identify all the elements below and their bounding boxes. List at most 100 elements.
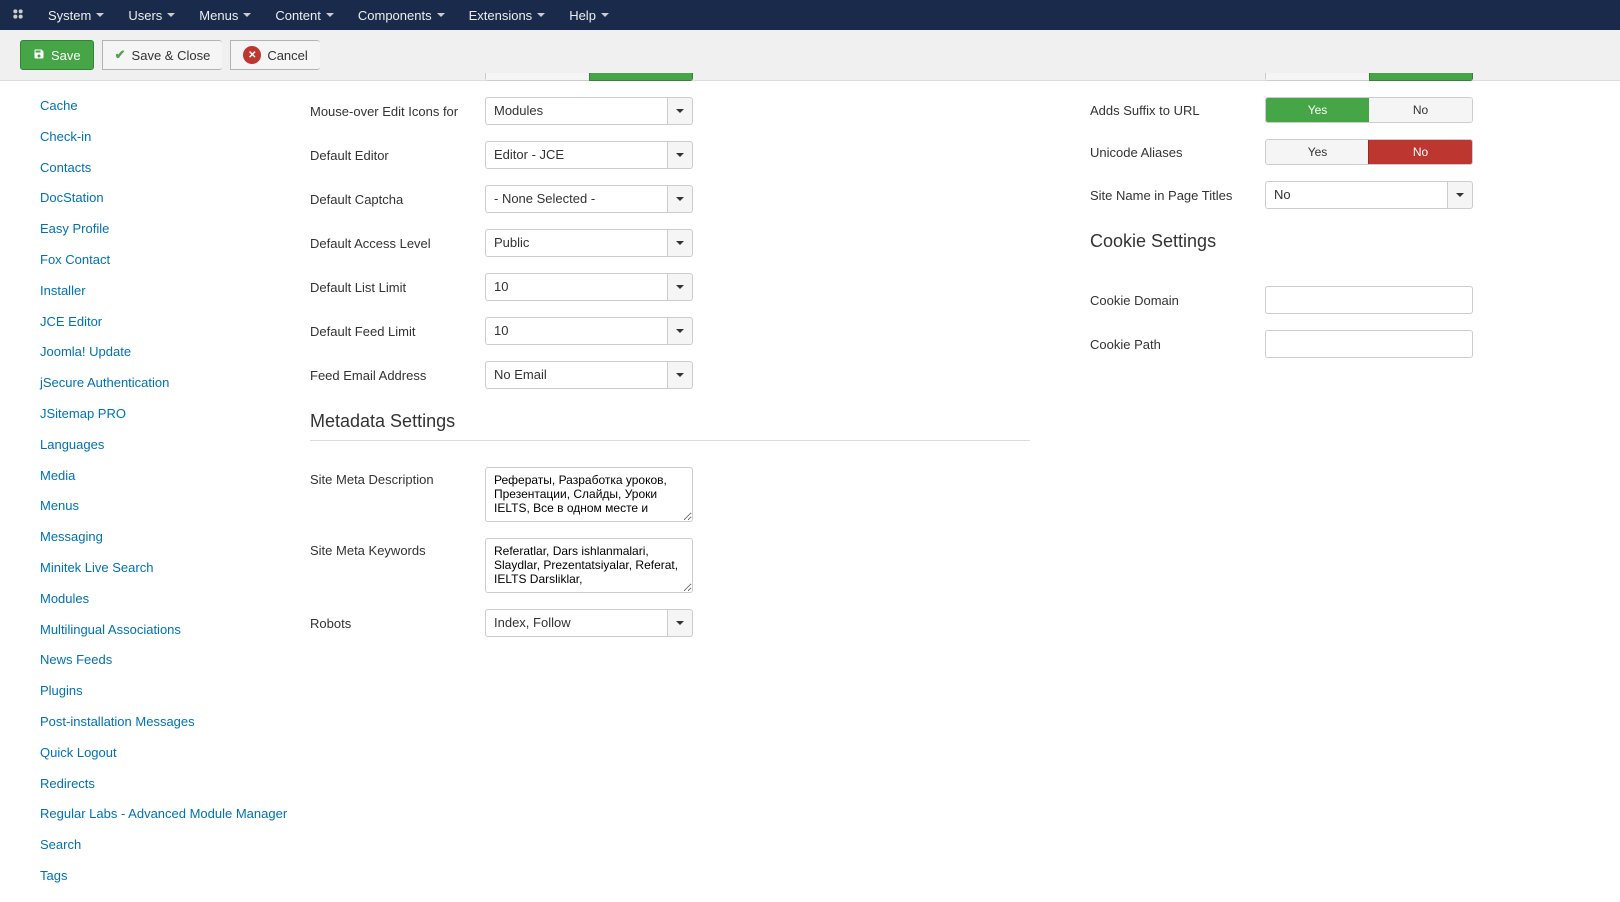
save-close-label: Save & Close bbox=[132, 48, 211, 63]
default-editor-select[interactable]: Editor - JCE bbox=[485, 141, 693, 169]
sidebar-item-messaging[interactable]: Messaging bbox=[20, 522, 300, 553]
default-feed-limit-label: Default Feed Limit bbox=[310, 324, 485, 339]
chevron-down-icon[interactable] bbox=[1447, 181, 1473, 209]
meta-description-label: Site Meta Description bbox=[310, 467, 485, 487]
suffix-toggle[interactable]: Yes No bbox=[1265, 97, 1473, 123]
sidebar-item-contacts[interactable]: Contacts bbox=[20, 153, 300, 184]
sidebar-item-cache[interactable]: Cache bbox=[20, 91, 300, 122]
caret-down-icon bbox=[167, 13, 175, 17]
caret-down-icon bbox=[326, 13, 334, 17]
toggle-no[interactable]: No bbox=[1368, 139, 1473, 165]
sidebar-item-redirects[interactable]: Redirects bbox=[20, 769, 300, 800]
sidebar-item-joomlaupdate[interactable]: Joomla! Update bbox=[20, 337, 300, 368]
toggle-no[interactable]: No bbox=[1369, 98, 1472, 122]
default-editor-label: Default Editor bbox=[310, 148, 485, 163]
default-feed-limit-select[interactable]: 10 bbox=[485, 317, 693, 345]
sidebar-item-jsecure[interactable]: jSecure Authentication bbox=[20, 368, 300, 399]
default-access-select[interactable]: Public bbox=[485, 229, 693, 257]
nav-components[interactable]: Components bbox=[346, 0, 457, 30]
sidebar-item-quicklogout[interactable]: Quick Logout bbox=[20, 738, 300, 769]
sidebar-item-docstation[interactable]: DocStation bbox=[20, 183, 300, 214]
sidebar-item-tags[interactable]: Tags bbox=[20, 861, 300, 892]
save-close-button[interactable]: ✔ Save & Close bbox=[102, 40, 223, 70]
default-list-limit-select[interactable]: 10 bbox=[485, 273, 693, 301]
sidebar-item-menus[interactable]: Menus bbox=[20, 491, 300, 522]
sitename-select[interactable]: No bbox=[1265, 181, 1473, 209]
chevron-down-icon[interactable] bbox=[667, 229, 693, 257]
sidebar-item-newsfeeds[interactable]: News Feeds bbox=[20, 645, 300, 676]
chevron-down-icon[interactable] bbox=[667, 141, 693, 169]
feed-email-label: Feed Email Address bbox=[310, 368, 485, 383]
save-label: Save bbox=[51, 48, 81, 63]
top-navigation: System Users Menus Content Components Ex… bbox=[0, 0, 1620, 30]
meta-keywords-textarea[interactable] bbox=[485, 538, 693, 593]
seo-settings-column: Adds Suffix to URL Yes No Unicode Aliase… bbox=[1090, 81, 1590, 902]
chevron-down-icon[interactable] bbox=[667, 361, 693, 389]
cancel-icon: ✕ bbox=[243, 46, 261, 64]
chevron-down-icon[interactable] bbox=[667, 317, 693, 345]
chevron-down-icon[interactable] bbox=[667, 97, 693, 125]
sidebar-item-checkin[interactable]: Check-in bbox=[20, 122, 300, 153]
sidebar-item-plugins[interactable]: Plugins bbox=[20, 676, 300, 707]
sitename-label: Site Name in Page Titles bbox=[1090, 188, 1265, 203]
default-captcha-label: Default Captcha bbox=[310, 192, 485, 207]
chevron-down-icon[interactable] bbox=[667, 609, 693, 637]
sidebar-item-jsitemap[interactable]: JSitemap PRO bbox=[20, 399, 300, 430]
robots-select[interactable]: Index, Follow bbox=[485, 609, 693, 637]
sidebar-item-modules[interactable]: Modules bbox=[20, 584, 300, 615]
caret-down-icon bbox=[96, 13, 104, 17]
suffix-label: Adds Suffix to URL bbox=[1090, 103, 1265, 118]
robots-label: Robots bbox=[310, 616, 485, 631]
sidebar-item-multilingual[interactable]: Multilingual Associations bbox=[20, 615, 300, 646]
default-list-limit-label: Default List Limit bbox=[310, 280, 485, 295]
joomla-logo-icon[interactable] bbox=[10, 6, 26, 25]
sidebar-item-postinstall[interactable]: Post-installation Messages bbox=[20, 707, 300, 738]
mouseover-label: Mouse-over Edit Icons for bbox=[310, 104, 485, 119]
nav-extensions[interactable]: Extensions bbox=[457, 0, 558, 30]
nav-menus[interactable]: Menus bbox=[187, 0, 263, 30]
save-icon bbox=[33, 48, 45, 63]
cancel-button[interactable]: ✕ Cancel bbox=[230, 40, 319, 70]
sidebar-item-easyprofile[interactable]: Easy Profile bbox=[20, 214, 300, 245]
sidebar-item-media[interactable]: Media bbox=[20, 461, 300, 492]
sidebar-item-foxcontact[interactable]: Fox Contact bbox=[20, 245, 300, 276]
nav-users[interactable]: Users bbox=[116, 0, 187, 30]
cookie-domain-input[interactable] bbox=[1265, 286, 1473, 314]
save-button[interactable]: Save bbox=[20, 40, 94, 70]
default-access-label: Default Access Level bbox=[310, 236, 485, 251]
sidebar-item-jceeditor[interactable]: JCE Editor bbox=[20, 307, 300, 338]
nav-content[interactable]: Content bbox=[263, 0, 346, 30]
partial-toggle[interactable] bbox=[1265, 73, 1473, 81]
caret-down-icon bbox=[601, 13, 609, 17]
caret-down-icon bbox=[243, 13, 251, 17]
cookie-path-label: Cookie Path bbox=[1090, 337, 1265, 352]
check-icon: ✔ bbox=[115, 47, 126, 63]
nav-system[interactable]: System bbox=[36, 0, 116, 30]
sidebar-item-minitek[interactable]: Minitek Live Search bbox=[20, 553, 300, 584]
sidebar-item-installer[interactable]: Installer bbox=[20, 276, 300, 307]
site-settings-column: Mouse-over Edit Icons for Modules Defaul… bbox=[310, 81, 1030, 902]
caret-down-icon bbox=[537, 13, 545, 17]
mouseover-select[interactable]: Modules bbox=[485, 97, 693, 125]
toggle-yes[interactable]: Yes bbox=[1266, 140, 1369, 164]
unicode-label: Unicode Aliases bbox=[1090, 145, 1265, 160]
feed-email-select[interactable]: No Email bbox=[485, 361, 693, 389]
cancel-label: Cancel bbox=[267, 48, 307, 63]
sidebar-item-languages[interactable]: Languages bbox=[20, 430, 300, 461]
meta-keywords-label: Site Meta Keywords bbox=[310, 538, 485, 558]
chevron-down-icon[interactable] bbox=[667, 185, 693, 213]
caret-down-icon bbox=[437, 13, 445, 17]
cookie-heading: Cookie Settings bbox=[1090, 231, 1590, 260]
meta-description-textarea[interactable] bbox=[485, 467, 693, 522]
chevron-down-icon[interactable] bbox=[667, 273, 693, 301]
sidebar-item-regularlabs[interactable]: Regular Labs - Advanced Module Manager bbox=[20, 799, 300, 830]
nav-help[interactable]: Help bbox=[557, 0, 621, 30]
sidebar-item-search[interactable]: Search bbox=[20, 830, 300, 861]
partial-toggle[interactable] bbox=[485, 73, 693, 81]
toggle-yes[interactable]: Yes bbox=[1265, 97, 1370, 123]
default-captcha-select[interactable]: - None Selected - bbox=[485, 185, 693, 213]
cookie-path-input[interactable] bbox=[1265, 330, 1473, 358]
cookie-domain-label: Cookie Domain bbox=[1090, 293, 1265, 308]
component-sidebar: Cache Check-in Contacts DocStation Easy … bbox=[20, 81, 300, 902]
unicode-toggle[interactable]: Yes No bbox=[1265, 139, 1473, 165]
